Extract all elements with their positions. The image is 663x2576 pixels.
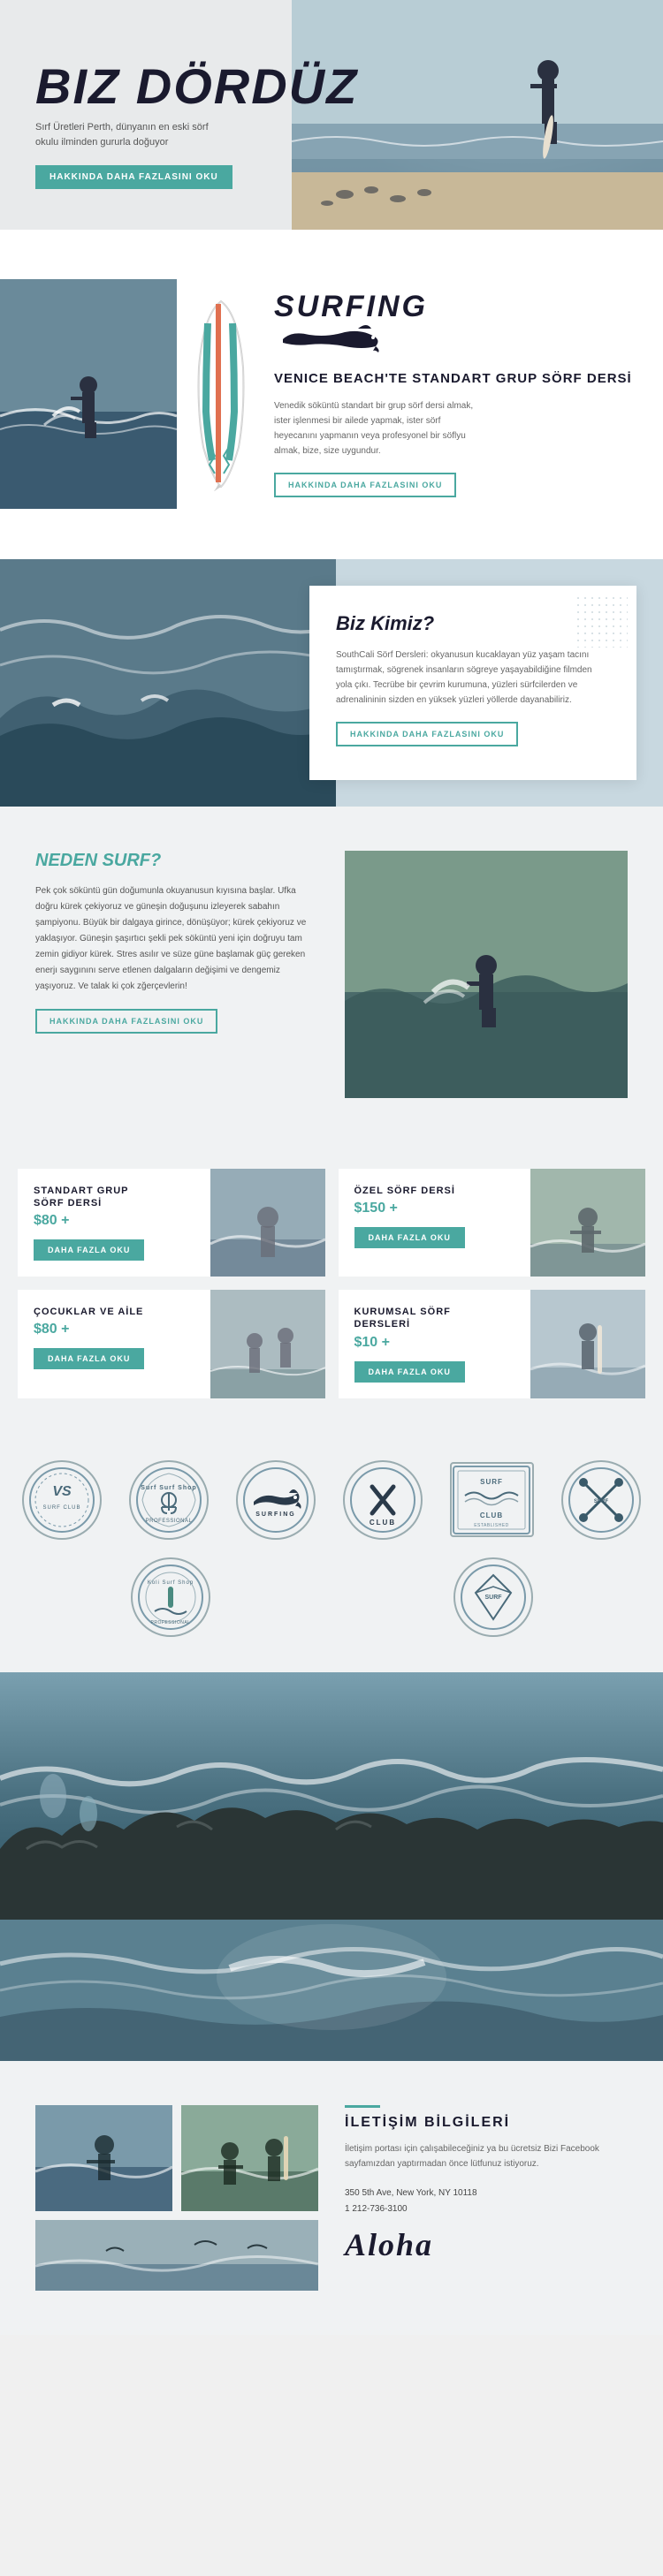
surfing-brand-text: SURFING [274, 292, 428, 322]
contact-img-bottom [35, 2220, 318, 2291]
svg-text:SURF: SURF [484, 1595, 502, 1601]
venice-content: SURFING VENICE BEACH'TE STANDART GRUP SÖ… [265, 274, 663, 515]
hero-section: Biz Dördüz Sırf Üretleri Perth, dünyanın… [0, 0, 663, 230]
venice-text: Venedik söküntü standart bir grup sörf d… [274, 398, 486, 458]
badges-section: VS SURF CLUB Surf Surf Shop PROFESSIONAL [0, 1425, 663, 1672]
badge-koli-surf: Koli Surf Shop PROFESSIONAL [131, 1557, 210, 1637]
svg-text:SURF: SURF [480, 1478, 503, 1486]
contact-section: İLETİŞİM BİLGİLERİ İletişim portası için… [0, 2061, 663, 2335]
price-amount-4: $10 + [354, 1335, 469, 1351]
price-amount-3: $80 + [34, 1322, 149, 1337]
neden-content: NEDEN SURF? Pek çok söküntü gün doğumunl… [35, 851, 345, 1098]
kimiz-content-box: Biz Kimiz? SouthCali Sörf Dersleri: okya… [309, 586, 636, 780]
contact-images [35, 2105, 318, 2291]
badge-shark: SURFING [236, 1460, 316, 1540]
surfboard-display [186, 297, 256, 491]
price-title-2: ÖZEL SÖRF DERSİ [354, 1185, 469, 1197]
aloha-signature: Aloha [345, 2226, 628, 2263]
price-image-4 [530, 1290, 645, 1398]
price-cta-1[interactable]: DAHA FAZLA OKU [34, 1239, 144, 1261]
price-card-2: ÖZEL SÖRF DERSİ $150 + DAHA FAZLA OKU [339, 1169, 646, 1277]
neden-section: NEDEN SURF? Pek çok söküntü gün doğumunl… [0, 807, 663, 1142]
contact-img-2 [181, 2105, 318, 2211]
neden-heading: NEDEN SURF? [35, 851, 318, 871]
svg-text:CLUB: CLUB [480, 1512, 503, 1519]
price-image-1 [210, 1169, 325, 1277]
surfing-logo: SURFING [274, 292, 636, 357]
hero-content: Biz Dördüz Sırf Üretleri Perth, dünyanın… [0, 35, 663, 216]
badge-surfing-school: SURF [561, 1460, 641, 1540]
pricing-section: STANDART GRUP SÖRF DERSİ $80 + DAHA FAZL… [0, 1142, 663, 1425]
price-amount-2: $150 + [354, 1201, 469, 1216]
svg-text:PROFESSIONAL: PROFESSIONAL [150, 1620, 190, 1625]
surfboard-svg [190, 297, 252, 491]
price-cta-3[interactable]: DAHA FAZLA OKU [34, 1348, 144, 1369]
price-card-3: ÇOCUKLAR VE AİLE $80 + DAHA FAZLA OKU [18, 1290, 325, 1398]
price-amount-1: $80 + [34, 1213, 149, 1229]
contact-address: 350 5th Ave, New York, NY 10118 1 212-73… [345, 2186, 628, 2217]
hero-title: Biz Dördüz [35, 62, 628, 111]
badge-surf-club-rect: SURF CLUB ESTABLISHED [450, 1462, 534, 1537]
svg-text:PROFESSIONAL: PROFESSIONAL [146, 1519, 193, 1524]
badge-surf-shop: Surf Surf Shop PROFESSIONAL [129, 1460, 209, 1540]
price-image-2 [530, 1169, 645, 1277]
hero-subtitle: Sırf Üretleri Perth, dünyanın en eski sö… [35, 120, 230, 149]
badge-diamond-surf: SURF [453, 1557, 533, 1637]
kimiz-cta-button[interactable]: HAKKINDA DAHA FAZLASINI OKU [336, 722, 518, 746]
hero-cta-button[interactable]: HAKKINDA DAHA FAZLASINI OKU [35, 165, 232, 189]
contact-heading: İLETİŞİM BİLGİLERİ [345, 2115, 628, 2131]
price-title-4: KURUMSAL SÖRF DERSLERİ [354, 1306, 469, 1331]
svg-text:SURFING: SURFING [255, 1512, 296, 1518]
dots-decoration [575, 595, 628, 648]
ocean-section [0, 1672, 663, 1920]
svg-text:SURF CLUB: SURF CLUB [43, 1505, 81, 1511]
svg-text:VS: VS [53, 1484, 72, 1499]
contact-phone: 1 212-736-3100 [345, 2204, 408, 2214]
kimiz-section: Biz Kimiz? SouthCali Sörf Dersleri: okya… [0, 559, 663, 807]
contact-content: İLETİŞİM BİLGİLERİ İletişim portası için… [345, 2105, 628, 2263]
price-cta-2[interactable]: DAHA FAZLA OKU [354, 1227, 465, 1248]
svg-text:SURF: SURF [593, 1499, 608, 1504]
kimiz-scene-svg [0, 559, 336, 807]
neden-scene-svg [345, 851, 628, 1098]
neden-image [345, 851, 628, 1098]
venice-cta-button[interactable]: HAKKINDA DAHA FAZLASINI OKU [274, 473, 456, 497]
price-card-4: KURUMSAL SÖRF DERSLERİ $10 + DAHA FAZLA … [339, 1290, 646, 1398]
svg-text:CLUB: CLUB [370, 1519, 396, 1527]
badge-vs: VS SURF CLUB [22, 1460, 102, 1540]
sub-ocean-section [0, 1920, 663, 2061]
price-image-3 [210, 1290, 325, 1398]
svg-text:Surf Surf Shop: Surf Surf Shop [141, 1485, 197, 1491]
kimiz-heading: Biz Kimiz? [336, 612, 610, 635]
shark-svg [274, 322, 389, 352]
badge-x-club: CLUB [343, 1460, 423, 1540]
contact-img-1 [35, 2105, 172, 2211]
venice-heading: VENICE BEACH'TE STANDART GRUP SÖRF DERSİ [274, 370, 636, 388]
kimiz-image [0, 559, 336, 807]
neden-cta-button[interactable]: HAKKINDA DAHA FAZLASINI OKU [35, 1009, 217, 1034]
price-cta-4[interactable]: DAHA FAZLA OKU [354, 1361, 465, 1383]
price-title-1: STANDART GRUP SÖRF DERSİ [34, 1185, 149, 1210]
neden-text: Pek çok söküntü gün doğumunla okuyanusun… [35, 883, 318, 995]
svg-text:Koli Surf Shop: Koli Surf Shop [147, 1580, 193, 1586]
price-title-3: ÇOCUKLAR VE AİLE [34, 1306, 149, 1318]
sub-ocean-svg [0, 1920, 663, 2061]
contact-teal-bar [345, 2105, 380, 2108]
ocean-full-svg [0, 1672, 663, 1920]
contact-text: İletişim portası için çalışabileceğiniz … [345, 2141, 628, 2171]
kimiz-text: SouthCali Sörf Dersleri: okyanusun kucak… [336, 648, 610, 708]
surfing-section: SURFING VENICE BEACH'TE STANDART GRUP SÖ… [0, 230, 663, 559]
contact-street: 350 5th Ave, New York, NY 10118 [345, 2188, 477, 2198]
price-card-1: STANDART GRUP SÖRF DERSİ $80 + DAHA FAZL… [18, 1169, 325, 1277]
svg-text:ESTABLISHED: ESTABLISHED [474, 1523, 509, 1528]
surf-scene-2-svg [0, 279, 177, 509]
surf-image-left [0, 279, 177, 509]
